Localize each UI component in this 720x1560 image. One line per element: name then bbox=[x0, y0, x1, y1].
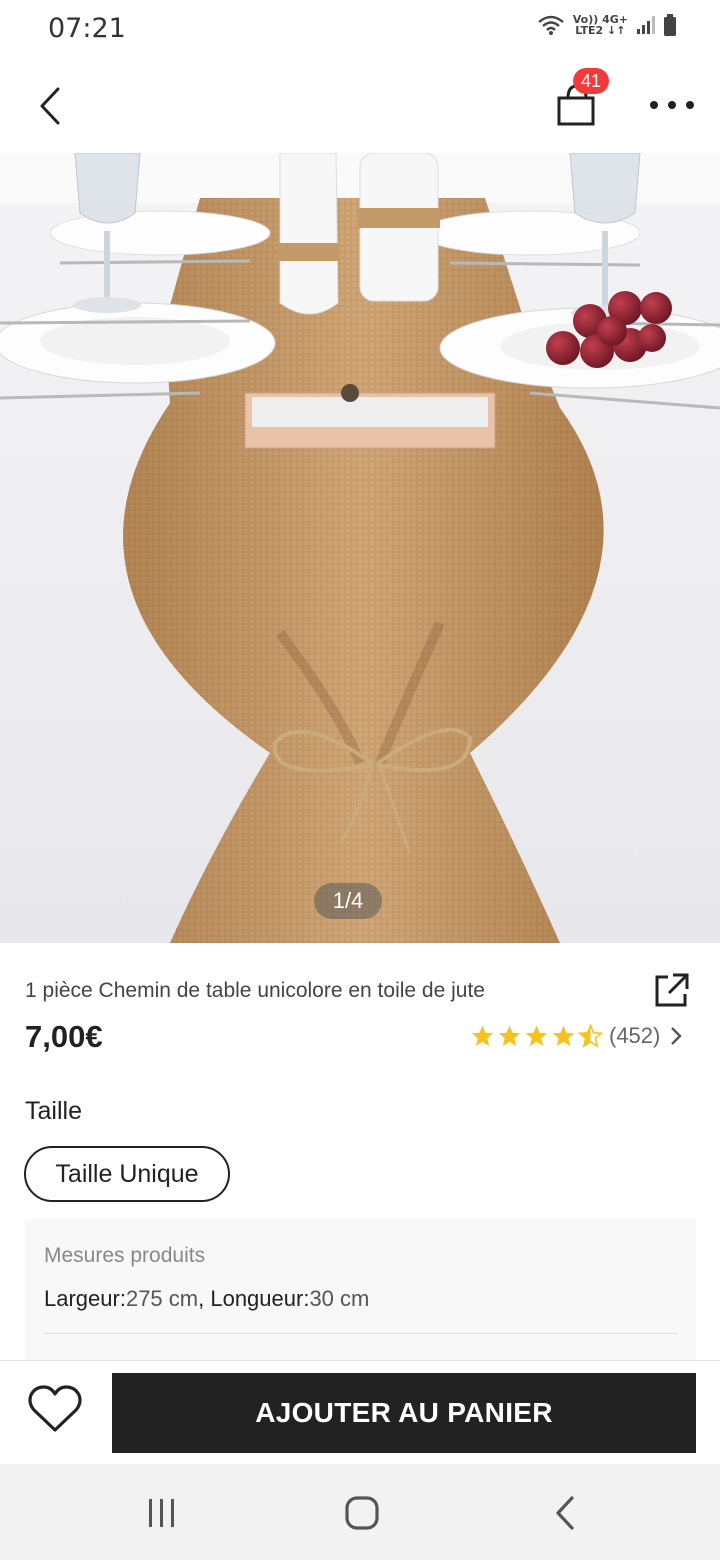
image-counter: 1/4 bbox=[314, 883, 382, 919]
recent-apps-button[interactable] bbox=[146, 1497, 178, 1529]
rating-stars bbox=[470, 1024, 603, 1048]
star-icon bbox=[525, 1025, 548, 1046]
measure-separator: , bbox=[198, 1286, 211, 1311]
wishlist-button[interactable] bbox=[26, 1383, 84, 1437]
cart-count-badge: 41 bbox=[573, 68, 609, 94]
divider bbox=[44, 1333, 678, 1334]
system-navigation-bar bbox=[0, 1464, 720, 1560]
network-indicator: Vo)) 4G+ LTE2 ↓↑ bbox=[573, 14, 628, 36]
product-title: 1 pièce Chemin de table unicolore en toi… bbox=[25, 979, 485, 1002]
length-value: 30 cm bbox=[309, 1286, 370, 1311]
size-label: Taille bbox=[25, 1097, 82, 1125]
home-button[interactable] bbox=[344, 1495, 380, 1531]
more-horizontal-icon bbox=[650, 101, 658, 109]
product-price: 7,00€ bbox=[25, 1019, 103, 1054]
action-bar: AJOUTER AU PANIER bbox=[0, 1360, 720, 1464]
star-icon bbox=[498, 1025, 521, 1046]
app-header: 41 bbox=[0, 60, 720, 153]
status-time: 07:21 bbox=[48, 13, 126, 44]
battery-icon bbox=[664, 14, 676, 36]
recent-apps-icon bbox=[149, 1499, 174, 1527]
status-icons: Vo)) 4G+ LTE2 ↓↑ bbox=[537, 14, 676, 36]
width-value: 275 cm bbox=[125, 1286, 199, 1311]
rating-link[interactable]: (452) bbox=[470, 1023, 683, 1049]
product-measurements: Mesures produits Largeur:275 cm, Longueu… bbox=[25, 1219, 696, 1369]
star-icon bbox=[471, 1025, 494, 1046]
wifi-icon bbox=[537, 15, 564, 35]
back-button[interactable] bbox=[30, 84, 70, 128]
length-key: Longueur: bbox=[210, 1286, 310, 1311]
home-icon bbox=[345, 1496, 379, 1530]
share-button[interactable] bbox=[652, 972, 690, 1010]
product-photo bbox=[0, 153, 720, 943]
review-count: (452) bbox=[609, 1023, 661, 1048]
chevron-left-icon bbox=[40, 87, 60, 125]
product-image[interactable] bbox=[0, 153, 720, 943]
measurements-title: Mesures produits bbox=[44, 1244, 206, 1267]
star-icon bbox=[552, 1025, 575, 1046]
chevron-right-icon bbox=[671, 1027, 683, 1045]
network-bottom-text: LTE2 ↓↑ bbox=[575, 24, 626, 37]
width-key: Largeur: bbox=[44, 1286, 126, 1311]
status-bar: 07:21 Vo)) 4G+ LTE2 ↓↑ bbox=[0, 0, 720, 60]
add-to-cart-button[interactable]: AJOUTER AU PANIER bbox=[112, 1373, 696, 1453]
star-half-icon bbox=[578, 1024, 603, 1048]
size-option-selected[interactable]: Taille Unique bbox=[24, 1146, 230, 1202]
more-options-button[interactable] bbox=[650, 90, 694, 120]
share-external-icon bbox=[655, 973, 689, 1007]
heart-icon bbox=[28, 1385, 82, 1432]
measurements-row: Largeur:275 cm, Longueur:30 cm bbox=[44, 1286, 369, 1312]
back-icon bbox=[556, 1496, 574, 1530]
signal-icon bbox=[637, 16, 655, 34]
system-back-button[interactable] bbox=[552, 1495, 578, 1531]
